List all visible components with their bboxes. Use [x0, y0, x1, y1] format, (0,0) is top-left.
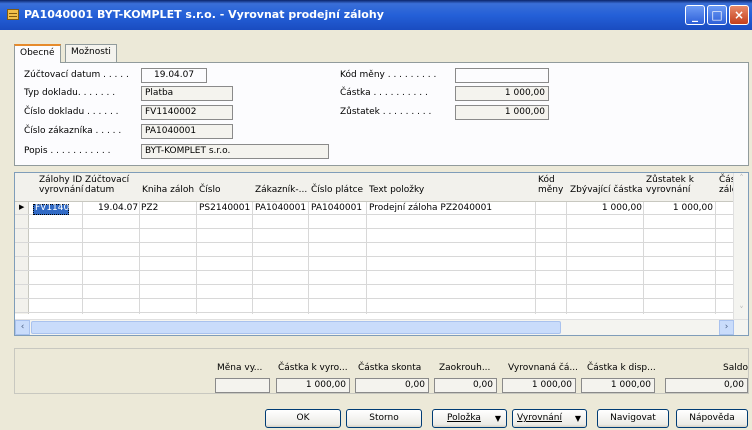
saldo-field[interactable]: 0,00: [665, 378, 748, 393]
cell-zustatek[interactable]: 1 000,00: [665, 203, 713, 213]
column-divider: [366, 202, 367, 314]
cell-text[interactable]: Prodejní záloha PZ2040001: [369, 203, 492, 213]
total-label: Částka k disp...: [587, 363, 656, 373]
column-divider: [139, 202, 140, 314]
table-row[interactable]: ▶ FV1140002 19.04.07 PZ2 PS2140001 PA104…: [15, 202, 735, 215]
label-typ-dokladu: Typ dokladu. . . . . . .: [24, 88, 116, 98]
general-panel: Zúčtovací datum . . . . . 19.04.07 Typ d…: [14, 62, 749, 166]
column-divider: [715, 202, 716, 314]
cislo-dokladu-field[interactable]: FV1140002: [141, 105, 233, 120]
cell-platce[interactable]: PA1040001: [311, 203, 362, 213]
vertical-scrollbar[interactable]: ˄ ˅: [733, 173, 748, 321]
zuctovaci-datum-field[interactable]: 19.04.07: [141, 68, 207, 83]
column-divider: [566, 202, 567, 314]
horizontal-scroll-thumb[interactable]: [31, 321, 561, 334]
label-cislo-dokladu: Číslo dokladu . . . . . .: [24, 107, 119, 117]
polozka-menu-button[interactable]: Položka ▼: [432, 409, 507, 428]
total-label: Zaokrouh...: [439, 363, 491, 373]
table-row[interactable]: [15, 286, 735, 299]
typ-dokladu-field[interactable]: Platba: [141, 86, 233, 101]
column-header[interactable]: Zúčtovací datum: [85, 175, 129, 195]
column-header[interactable]: Zálohy ID vyrovnání: [39, 175, 83, 195]
column-divider: [308, 202, 309, 314]
cell-datum[interactable]: 19.04.07: [98, 203, 138, 213]
form-icon: [7, 9, 19, 20]
maximize-button[interactable]: □: [707, 5, 727, 25]
vyrovnani-menu-button[interactable]: Vyrovnání ▼: [512, 409, 587, 428]
cell-cislo[interactable]: PS2140001: [199, 203, 250, 213]
label-zustatek: Zůstatek . . . . . . . . .: [340, 107, 432, 117]
storno-button[interactable]: Storno: [346, 409, 422, 428]
castka-k-vyrovnani-field[interactable]: 1 000,00: [276, 378, 350, 393]
castka-k-dispozici-field[interactable]: 1 000,00: [581, 378, 655, 393]
label-popis: Popis . . . . . . . . . . .: [24, 146, 111, 156]
cell-id[interactable]: FV1140002: [35, 203, 86, 213]
cell-zbyvajici[interactable]: 1 000,00: [595, 203, 642, 213]
vyrovnana-castka-field[interactable]: 1 000,00: [502, 378, 576, 393]
triangle-right-icon: ▶: [19, 203, 25, 211]
column-divider: [535, 202, 536, 314]
tab-moznosti[interactable]: Možnosti: [65, 44, 117, 62]
total-label: Částka skonta: [358, 363, 422, 373]
zaokrouhleni-field[interactable]: 0,00: [434, 378, 497, 393]
column-header[interactable]: Kniha záloh: [142, 185, 194, 195]
cell-zakaznik[interactable]: PA1040001: [255, 203, 306, 213]
polozka-label: Položka: [447, 413, 481, 423]
label-cislo-zakaznika: Číslo zákazníka . . . . .: [24, 126, 122, 136]
table-row[interactable]: [15, 244, 735, 257]
vyrovnani-label: Vyrovnání: [517, 413, 562, 423]
label-castka: Částka . . . . . . . . . .: [340, 88, 428, 98]
dropdown-arrow-icon: ▼: [494, 414, 501, 423]
tab-obecne[interactable]: Obecné: [14, 44, 61, 63]
column-header[interactable]: Číslo plátce: [311, 185, 363, 195]
ok-button[interactable]: OK: [265, 409, 341, 428]
column-divider: [643, 202, 644, 314]
column-divider: [82, 202, 83, 314]
scroll-left-arrow-icon[interactable]: ‹: [15, 320, 30, 335]
napoveda-button[interactable]: Nápověda: [676, 409, 748, 428]
table-row[interactable]: [15, 258, 735, 271]
column-header[interactable]: Zbývající částka: [570, 185, 643, 195]
table-row[interactable]: [15, 216, 735, 229]
total-label: Vyrovnaná čá...: [508, 363, 578, 373]
column-header[interactable]: Kód měny: [538, 175, 563, 195]
cislo-zakaznika-field[interactable]: PA1040001: [141, 124, 233, 139]
table-row[interactable]: [15, 300, 735, 313]
zustatek-field[interactable]: 1 000,00: [455, 105, 549, 120]
cell-kniha[interactable]: PZ2: [141, 203, 158, 213]
column-header[interactable]: Zákazník-...: [255, 185, 307, 195]
mena-vyrovnani-field[interactable]: [215, 378, 270, 393]
column-header[interactable]: Číslo: [199, 185, 220, 195]
castka-skonta-field[interactable]: 0,00: [355, 378, 429, 393]
navigovat-button[interactable]: Navigovat: [597, 409, 669, 428]
column-header[interactable]: Text položky: [369, 185, 424, 195]
column-divider: [252, 202, 253, 314]
label-kod-meny: Kód měny . . . . . . . . .: [340, 70, 437, 80]
table-row[interactable]: [15, 272, 735, 285]
horizontal-scrollbar[interactable]: ‹ ›: [15, 319, 748, 335]
label-zuctovaci-datum: Zúčtovací datum . . . . .: [24, 70, 129, 80]
total-label: Částka k vyro...: [278, 363, 348, 373]
dropdown-arrow-icon: ▼: [574, 414, 581, 423]
window-title: PA1040001 BYT-KOMPLET s.r.o. - Vyrovnat …: [24, 8, 384, 21]
column-divider: [196, 202, 197, 314]
scroll-right-arrow-icon[interactable]: ›: [719, 320, 734, 335]
grid-header: Zálohy ID vyrovnání Zúčtovací datum Kniha …: [15, 173, 748, 202]
total-label: Měna vy...: [217, 363, 263, 373]
castka-field[interactable]: 1 000,00: [455, 86, 549, 101]
close-button[interactable]: ×: [729, 5, 749, 25]
table-row[interactable]: [15, 230, 735, 243]
total-label: Saldo: [723, 363, 748, 373]
application-window: PA1040001 BYT-KOMPLET s.r.o. - Vyrovnat …: [0, 0, 752, 430]
minimize-button[interactable]: _: [685, 5, 705, 25]
entries-grid[interactable]: Zálohy ID vyrovnání Zúčtovací datum Kniha …: [14, 172, 749, 336]
scroll-up-arrow-icon[interactable]: ˄: [734, 173, 748, 188]
popis-field[interactable]: BYT-KOMPLET s.r.o.: [141, 144, 329, 159]
scroll-down-arrow-icon[interactable]: ˅: [734, 305, 748, 320]
kod-meny-field[interactable]: [455, 68, 549, 83]
title-bar[interactable]: PA1040001 BYT-KOMPLET s.r.o. - Vyrovnat …: [0, 0, 752, 30]
column-header[interactable]: Zůstatek k vyrovnání: [646, 175, 694, 195]
